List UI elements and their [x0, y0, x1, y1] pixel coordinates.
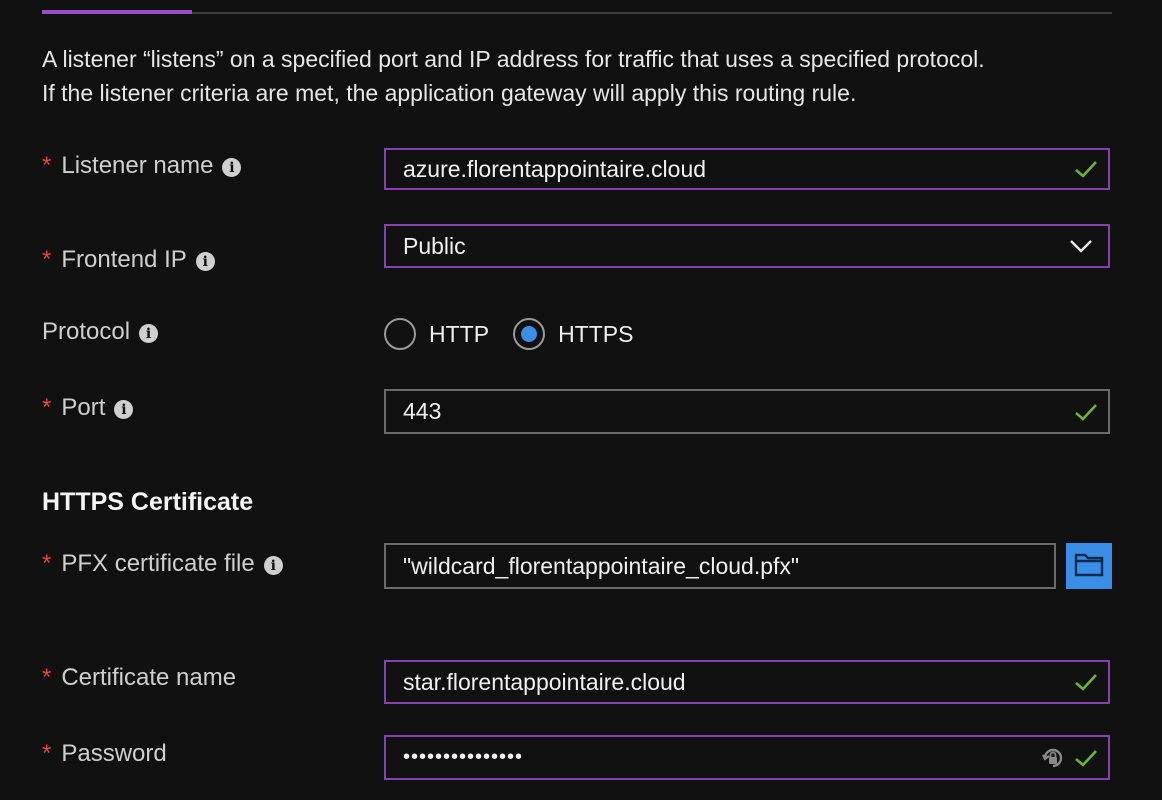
frontend-ip-label: * Frontend IP i [42, 246, 215, 274]
protocol-option-label: HTTP [429, 320, 490, 347]
checkmark-icon [1072, 744, 1100, 772]
certificate-name-input[interactable]: star.florentappointaire.cloud [384, 660, 1110, 704]
password-label-text: Password [61, 740, 167, 767]
pfx-file-value: "wildcard_florentappointaire_cloud.pfx" [403, 552, 800, 579]
pfx-file-label-text: PFX certificate file [61, 550, 255, 577]
info-icon[interactable]: i [114, 400, 134, 419]
listener-name-label-text: Listener name [61, 152, 214, 179]
port-label-text: Port [61, 394, 106, 421]
browse-file-button[interactable] [1066, 543, 1112, 589]
certificate-name-label: * Certificate name [42, 664, 236, 692]
pfx-file-label: * PFX certificate file i [42, 550, 283, 578]
required-marker: * [42, 664, 52, 691]
listener-description: A listener “listens” on a specified port… [42, 42, 1132, 110]
chevron-down-icon [1066, 231, 1096, 261]
port-input[interactable]: 443 [384, 389, 1110, 434]
protocol-option-https[interactable]: HTTPS [513, 318, 633, 350]
folder-icon [1074, 551, 1104, 582]
checkmark-icon [1072, 398, 1100, 426]
certificate-name-value: star.florentappointaire.cloud [403, 668, 686, 695]
required-marker: * [42, 550, 52, 577]
listener-name-input[interactable]: azure.florentappointaire.cloud [384, 148, 1110, 190]
info-icon[interactable]: i [139, 324, 159, 343]
frontend-ip-label-text: Frontend IP [61, 246, 187, 273]
frontend-ip-value: Public [403, 232, 466, 259]
password-input[interactable]: ••••••••••••••• [384, 735, 1110, 780]
required-marker: * [42, 152, 52, 179]
info-icon[interactable]: i [222, 158, 242, 177]
password-reveal-icon[interactable] [1038, 743, 1068, 773]
required-marker: * [42, 246, 52, 273]
pfx-file-input[interactable]: "wildcard_florentappointaire_cloud.pfx" [384, 543, 1056, 589]
password-label: * Password [42, 740, 167, 768]
info-icon[interactable]: i [263, 556, 283, 575]
active-tab-indicator [42, 10, 192, 14]
tab-underline [42, 10, 1112, 14]
description-line-1: A listener “listens” on a specified port… [42, 46, 985, 72]
listener-name-value: azure.florentappointaire.cloud [403, 155, 707, 182]
port-value: 443 [403, 398, 442, 424]
checkmark-icon [1072, 668, 1100, 696]
port-label: * Port i [42, 394, 134, 422]
checkmark-icon [1072, 155, 1100, 183]
radio-dot [521, 326, 538, 342]
required-marker: * [42, 740, 52, 767]
frontend-ip-select[interactable]: Public [384, 224, 1110, 268]
info-icon[interactable]: i [195, 252, 215, 271]
password-value: ••••••••••••••• [403, 746, 524, 768]
required-marker: * [42, 394, 52, 421]
protocol-option-label: HTTPS [558, 320, 634, 347]
listener-name-label: * Listener name i [42, 152, 242, 180]
certificate-name-label-text: Certificate name [61, 664, 237, 691]
https-certificate-heading: HTTPS Certificate [42, 488, 254, 516]
protocol-option-http[interactable]: HTTP [384, 318, 489, 350]
radio-unselected[interactable] [384, 318, 416, 350]
protocol-radio-group: HTTP HTTPS [384, 312, 657, 356]
protocol-label-text: Protocol [42, 318, 131, 345]
description-line-2: If the listener criteria are met, the ap… [42, 80, 857, 106]
radio-selected[interactable] [513, 318, 546, 350]
protocol-label: Protocol i [42, 318, 159, 346]
